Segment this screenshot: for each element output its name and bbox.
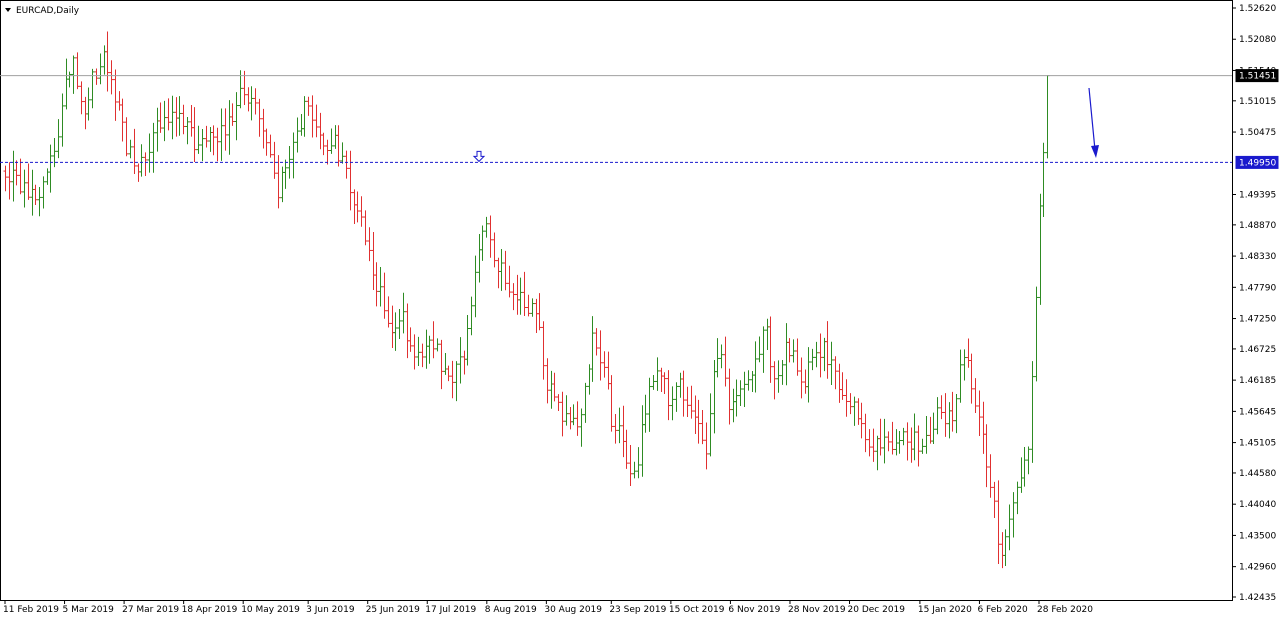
- y-tick-label: 1.51015: [1239, 97, 1276, 107]
- y-tick-label: 1.44040: [1239, 500, 1276, 510]
- y-tick-label: 1.47790: [1239, 283, 1276, 293]
- x-tick-label: 5 Mar 2019: [63, 605, 115, 615]
- x-tick-label: 17 Jul 2019: [425, 605, 476, 615]
- y-tick-label: 1.44580: [1239, 469, 1276, 479]
- y-tick-label: 1.52620: [1239, 4, 1276, 14]
- x-tick-label: 20 Dec 2019: [848, 605, 906, 615]
- y-tick-label: 1.42435: [1239, 593, 1276, 603]
- y-tick-label: 1.49395: [1239, 191, 1276, 201]
- y-tick-label: 1.48330: [1239, 252, 1276, 262]
- y-axis: 1.526201.520801.515401.510151.504751.493…: [1232, 4, 1276, 603]
- x-tick-label: 3 Jun 2019: [306, 605, 355, 615]
- price-tags: 1.51451 1.49950: [1235, 69, 1279, 169]
- x-tick-label: 27 Mar 2019: [122, 605, 179, 615]
- y-tick-label: 1.45645: [1239, 407, 1276, 417]
- x-tick-label: 30 Aug 2019: [544, 605, 602, 615]
- x-tick-label: 6 Feb 2020: [977, 605, 1028, 615]
- y-tick-label: 1.42960: [1239, 563, 1276, 573]
- chart-canvas: EURCAD,Daily 1.526201.520801.515401.5101…: [0, 0, 1279, 615]
- x-axis: 11 Feb 2019 5 Mar 2019 27 Mar 2019 18 Apr 2…: [3, 600, 1093, 615]
- x-tick-label: 11 Feb 2019: [3, 605, 59, 615]
- x-tick-label: 28 Feb 2020: [1037, 605, 1093, 615]
- x-tick-label: 28 Nov 2019: [788, 605, 846, 615]
- level-price-tag-label: 1.49950: [1239, 158, 1276, 168]
- y-tick-label: 1.52080: [1239, 35, 1276, 45]
- x-tick-label: 6 Nov 2019: [728, 605, 780, 615]
- x-tick-label: 18 Apr 2019: [182, 605, 238, 615]
- y-tick-label: 1.46725: [1239, 345, 1276, 355]
- y-tick-label: 1.45105: [1239, 439, 1276, 449]
- y-tick-label: 1.47250: [1239, 315, 1276, 325]
- x-tick-label: 15 Jan 2020: [918, 605, 972, 615]
- y-tick-label: 1.46185: [1239, 376, 1276, 386]
- level-price-tag: 1.49950: [1235, 155, 1279, 169]
- x-tick-label: 10 May 2019: [241, 605, 300, 615]
- x-tick-label: 8 Aug 2019: [485, 605, 537, 615]
- y-tick-label: 1.43500: [1239, 531, 1276, 541]
- y-tick-label: 1.48870: [1239, 221, 1276, 231]
- chart: EURCAD,Daily 1.526201.520801.515401.5101…: [0, 0, 1280, 620]
- chart-title: EURCAD,Daily: [16, 6, 80, 16]
- current-price-tag: 1.51451: [1235, 69, 1279, 83]
- x-tick-label: 23 Sep 2019: [609, 605, 666, 615]
- x-tick-label: 15 Oct 2019: [669, 605, 725, 615]
- x-tick-label: 25 Jun 2019: [366, 605, 420, 615]
- current-price-tag-label: 1.51451: [1239, 72, 1276, 82]
- y-tick-label: 1.50475: [1239, 128, 1276, 138]
